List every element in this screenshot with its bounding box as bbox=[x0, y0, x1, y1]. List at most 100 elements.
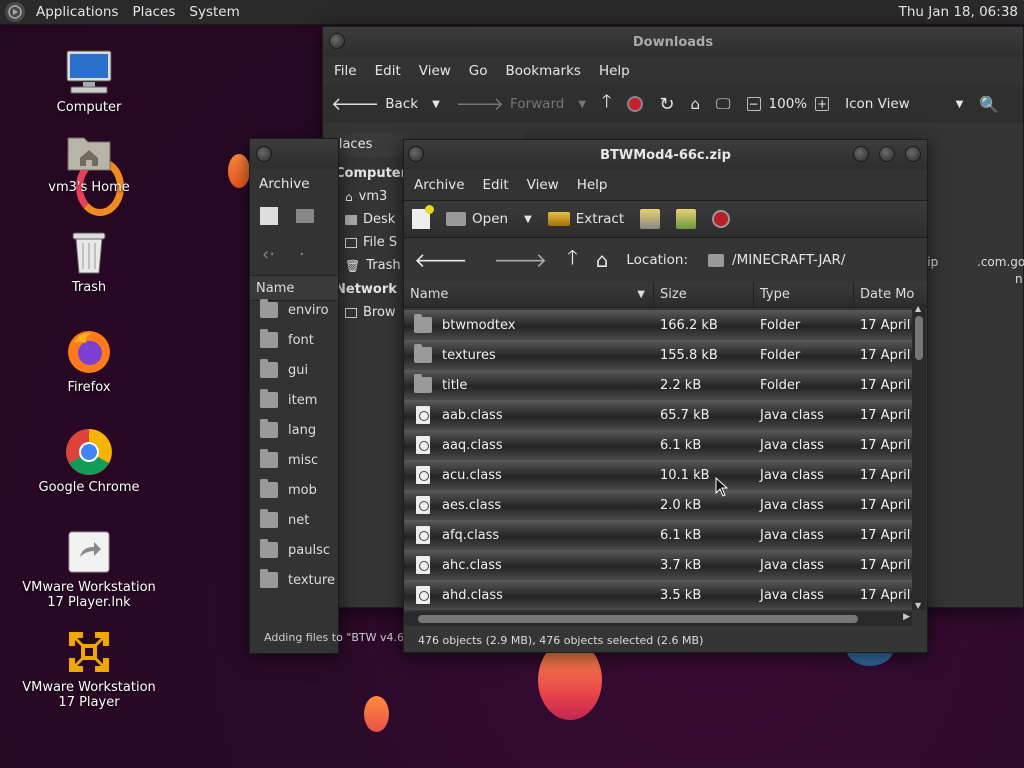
panel-menu-system[interactable]: System bbox=[182, 4, 246, 20]
menu-edit[interactable]: Edit bbox=[474, 177, 518, 193]
cell-name-label: textures bbox=[442, 347, 496, 363]
desktop-icon-vmware[interactable]: VMware Workstation 17 Player bbox=[14, 628, 164, 710]
search-button[interactable]: 🔍 bbox=[971, 85, 1007, 123]
list-item[interactable]: paulsc bbox=[256, 535, 338, 565]
table-row[interactable]: ahd.class 3.5 kB Java class 17 April 2 bbox=[404, 580, 912, 610]
window-menu-button[interactable] bbox=[256, 146, 272, 162]
up-arrow-icon[interactable]: 🡑 bbox=[567, 243, 577, 277]
list-item[interactable]: item bbox=[256, 385, 338, 415]
menu-view[interactable]: View bbox=[410, 63, 460, 79]
col-size-header[interactable]: Size bbox=[654, 282, 754, 307]
forward-arrow-icon[interactable]: 🡒 bbox=[494, 248, 548, 272]
desktop-icon-chrome[interactable]: Google Chrome bbox=[14, 428, 164, 495]
menu-bookmarks[interactable]: Bookmarks bbox=[497, 63, 590, 79]
desktop-icon-home[interactable]: vm3's Home bbox=[14, 128, 164, 195]
horizontal-scrollbar[interactable]: ▶ bbox=[404, 612, 912, 626]
new-archive-button[interactable] bbox=[404, 201, 438, 237]
reload-button[interactable]: ↻ bbox=[651, 85, 682, 123]
zoom-in-button[interactable]: + bbox=[807, 85, 837, 123]
table-row[interactable]: ahc.class 3.7 kB Java class 17 April 2 bbox=[404, 550, 912, 580]
open-button[interactable]: Open ▼ bbox=[438, 201, 540, 237]
table-row[interactable]: textures 155.8 kB Folder 17 April 2 bbox=[404, 340, 912, 370]
menu-help[interactable]: Help bbox=[568, 177, 617, 193]
extract-button[interactable]: Extract bbox=[540, 201, 632, 237]
archive-back-titlebar[interactable] bbox=[250, 139, 338, 169]
gnome-foot-icon[interactable] bbox=[5, 2, 25, 22]
hscroll-thumb[interactable] bbox=[418, 615, 858, 623]
panel-clock[interactable]: Thu Jan 18, 06:38 bbox=[899, 4, 1024, 20]
forward-dropdown-icon[interactable]: ▼ bbox=[578, 99, 586, 110]
list-item[interactable]: lang bbox=[256, 415, 338, 445]
open-dropdown-icon[interactable]: ▼ bbox=[524, 214, 532, 225]
back-button[interactable]: 🡐 Back ▼ bbox=[323, 85, 448, 123]
desktop-icon-firefox[interactable]: Firefox bbox=[14, 328, 164, 395]
menu-view[interactable]: View bbox=[518, 177, 568, 193]
list-item[interactable]: misc bbox=[256, 445, 338, 475]
open-icon[interactable] bbox=[296, 209, 314, 223]
menu-file[interactable]: File bbox=[325, 63, 366, 79]
downloads-titlebar[interactable]: Downloads bbox=[323, 27, 1023, 57]
col-type-header[interactable]: Type bbox=[754, 282, 854, 307]
sidebar-item-desktop-label: Desk bbox=[363, 212, 396, 227]
menu-go[interactable]: Go bbox=[460, 63, 497, 79]
list-item[interactable]: net bbox=[256, 505, 338, 535]
home-icon[interactable]: ⌂ bbox=[596, 248, 609, 272]
stop-button[interactable] bbox=[619, 85, 651, 123]
close-button[interactable] bbox=[905, 146, 921, 162]
menu-archive[interactable]: Archive bbox=[250, 176, 319, 192]
new-archive-icon[interactable] bbox=[260, 207, 278, 225]
back-arrow-icon[interactable]: ‹· bbox=[262, 244, 275, 265]
desktop-icon-trash[interactable]: Trash bbox=[14, 228, 164, 295]
scroll-up-icon[interactable]: ▲ bbox=[915, 304, 921, 313]
menu-edit[interactable]: Edit bbox=[366, 63, 410, 79]
scroll-right-icon[interactable]: ▶ bbox=[903, 612, 910, 622]
list-item[interactable]: font bbox=[256, 325, 338, 355]
up-button[interactable]: 🡑 bbox=[594, 85, 619, 123]
forward-button[interactable]: 🡒 Forward ▼ bbox=[448, 85, 594, 123]
zoom-level[interactable]: 100% bbox=[769, 96, 808, 112]
desktop-icon-computer[interactable]: Computer bbox=[14, 48, 164, 115]
col-name-header[interactable]: Name bbox=[250, 276, 294, 300]
window-menu-button[interactable] bbox=[329, 33, 345, 49]
zip-titlebar[interactable]: BTWMod4-66c.zip bbox=[404, 140, 927, 170]
java-class-icon bbox=[416, 436, 430, 454]
table-row[interactable]: btwmodtex 166.2 kB Folder 17 April 2 bbox=[404, 310, 912, 340]
home-button[interactable]: ⌂ bbox=[683, 85, 709, 123]
list-item[interactable]: gui bbox=[256, 355, 338, 385]
col-name-header[interactable]: Name ▼ bbox=[404, 282, 654, 307]
panel-menu-places[interactable]: Places bbox=[125, 4, 182, 20]
menu-archive[interactable]: Archive bbox=[405, 177, 474, 193]
file-label-com[interactable]: .com.go bbox=[977, 255, 1024, 269]
scroll-thumb[interactable] bbox=[915, 316, 923, 360]
cell-size: 6.1 kB bbox=[660, 527, 702, 543]
table-row[interactable]: aab.class 65.7 kB Java class 17 April 2 bbox=[404, 400, 912, 430]
menu-help[interactable]: Help bbox=[590, 63, 639, 79]
window-menu-button[interactable] bbox=[408, 146, 424, 162]
zoom-out-button[interactable]: − bbox=[739, 85, 769, 123]
scroll-down-icon[interactable]: ▼ bbox=[915, 601, 921, 610]
forward-arrow-icon[interactable]: · bbox=[299, 244, 305, 265]
computer-button[interactable]: 🖵 bbox=[708, 85, 738, 123]
table-row[interactable]: aes.class 2.0 kB Java class 17 April 2 bbox=[404, 490, 912, 520]
vertical-scrollbar[interactable]: ▲ ▼ bbox=[912, 304, 926, 610]
panel-menu-applications[interactable]: Applications bbox=[29, 4, 125, 20]
table-row[interactable]: title 2.2 kB Folder 17 April 2 bbox=[404, 370, 912, 400]
location-field[interactable]: /MINECRAFT-JAR/ bbox=[708, 252, 845, 268]
file-label-n[interactable]: n bbox=[1015, 272, 1023, 286]
list-item[interactable]: texture bbox=[256, 565, 338, 595]
back-dropdown-icon[interactable]: ▼ bbox=[432, 99, 440, 110]
cell-type: Folder bbox=[760, 317, 801, 333]
add-files-button[interactable] bbox=[632, 201, 668, 237]
stop-button[interactable] bbox=[704, 201, 738, 237]
table-row[interactable]: afq.class 6.1 kB Java class 17 April 2 bbox=[404, 520, 912, 550]
table-row[interactable]: aaq.class 6.1 kB Java class 17 April 2 bbox=[404, 430, 912, 460]
desktop-icon-vmware-lnk[interactable]: VMware Workstation 17 Player.lnk bbox=[14, 528, 164, 610]
back-arrow-icon[interactable]: 🡐 bbox=[414, 248, 468, 272]
minimize-button[interactable] bbox=[853, 146, 869, 162]
add-folder-button[interactable] bbox=[668, 201, 704, 237]
maximize-button[interactable] bbox=[879, 146, 895, 162]
folder-icon bbox=[414, 374, 432, 393]
list-item[interactable]: mob bbox=[256, 475, 338, 505]
table-row[interactable]: acu.class 10.1 kB Java class 17 April 2 bbox=[404, 460, 912, 490]
view-select[interactable]: Icon View ▼ bbox=[837, 85, 971, 123]
